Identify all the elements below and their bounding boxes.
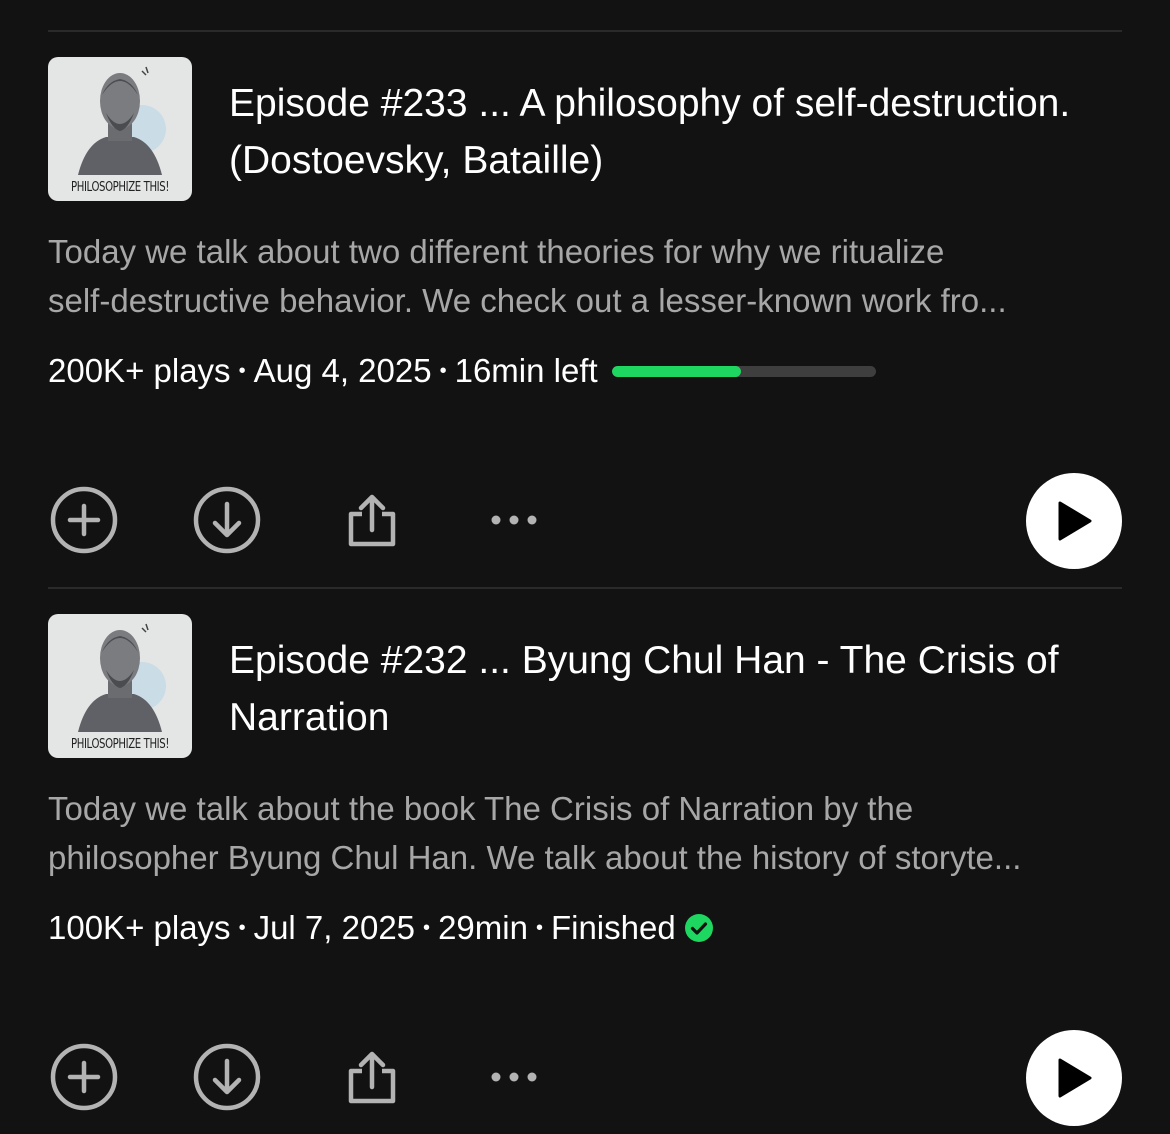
episode-actions <box>48 471 1122 569</box>
download-button[interactable] <box>191 471 263 569</box>
play-count: 200K+ plays <box>48 352 231 389</box>
divider <box>48 30 1122 32</box>
more-icon <box>491 515 537 525</box>
share-icon <box>348 1051 396 1104</box>
share-button[interactable] <box>336 1028 408 1126</box>
more-options-button[interactable] <box>478 471 550 569</box>
description-line: Today we talk about two different theori… <box>48 233 945 270</box>
description-line: Today we talk about the book The Crisis … <box>48 790 914 827</box>
download-icon <box>193 1043 261 1111</box>
add-button[interactable] <box>48 1028 120 1126</box>
play-button[interactable] <box>1026 473 1122 569</box>
status-label: Finished <box>550 909 676 946</box>
play-icon <box>1058 1058 1092 1098</box>
podcast-cover: PHILOSOPHIZE THIS! <box>48 614 192 758</box>
progress-bar <box>611 365 876 377</box>
more-icon <box>491 1072 537 1082</box>
podcast-cover: PHILOSOPHIZE THIS! <box>48 57 192 201</box>
add-icon <box>50 1043 118 1111</box>
episode-row[interactable]: PHILOSOPHIZE THIS! Episode #232 ... Byun… <box>48 614 1122 1134</box>
share-icon <box>348 494 396 547</box>
description-line: philosopher Byung Chul Han. We talk abou… <box>48 839 1022 876</box>
play-icon <box>1058 501 1092 541</box>
episode-title[interactable]: Episode #232 ... Byung Chul Han - The Cr… <box>229 632 1089 746</box>
episode-title[interactable]: Episode #233 ... A philosophy of self-de… <box>229 75 1089 189</box>
release-date: Aug 4, 2025 <box>253 352 432 389</box>
cover-title: PHILOSOPHIZE THIS! <box>70 737 170 752</box>
time-left: 16min left <box>454 352 598 389</box>
episode-description[interactable]: Today we talk about two different theori… <box>48 227 1122 325</box>
play-button[interactable] <box>1026 1030 1122 1126</box>
description-line: self-destructive behavior. We check out … <box>48 282 1007 319</box>
play-count: 100K+ plays <box>48 909 231 946</box>
episode-description[interactable]: Today we talk about the book The Crisis … <box>48 784 1122 882</box>
add-button[interactable] <box>48 471 120 569</box>
cover-title: PHILOSOPHIZE THIS! <box>70 180 170 195</box>
separator-dot: • <box>238 359 246 382</box>
separator-dot: • <box>439 359 447 382</box>
duration: 29min <box>438 909 528 946</box>
check-icon <box>684 914 713 942</box>
add-icon <box>50 486 118 554</box>
share-button[interactable] <box>336 471 408 569</box>
episode-actions <box>48 1028 1122 1126</box>
more-options-button[interactable] <box>478 1028 550 1126</box>
release-date: Jul 7, 2025 <box>253 909 416 946</box>
episode-meta: 100K+ plays • Jul 7, 2025 • 29min • Fini… <box>48 906 714 950</box>
separator-dot: • <box>535 916 543 939</box>
download-icon <box>193 486 261 554</box>
episode-row[interactable]: PHILOSOPHIZE THIS! Episode #233 ... A ph… <box>48 57 1122 577</box>
separator-dot: • <box>238 916 246 939</box>
download-button[interactable] <box>191 1028 263 1126</box>
separator-dot: • <box>423 916 431 939</box>
divider <box>48 587 1122 589</box>
episode-meta: 200K+ plays • Aug 4, 2025 • 16min left <box>48 349 876 393</box>
progress-fill <box>611 365 742 377</box>
